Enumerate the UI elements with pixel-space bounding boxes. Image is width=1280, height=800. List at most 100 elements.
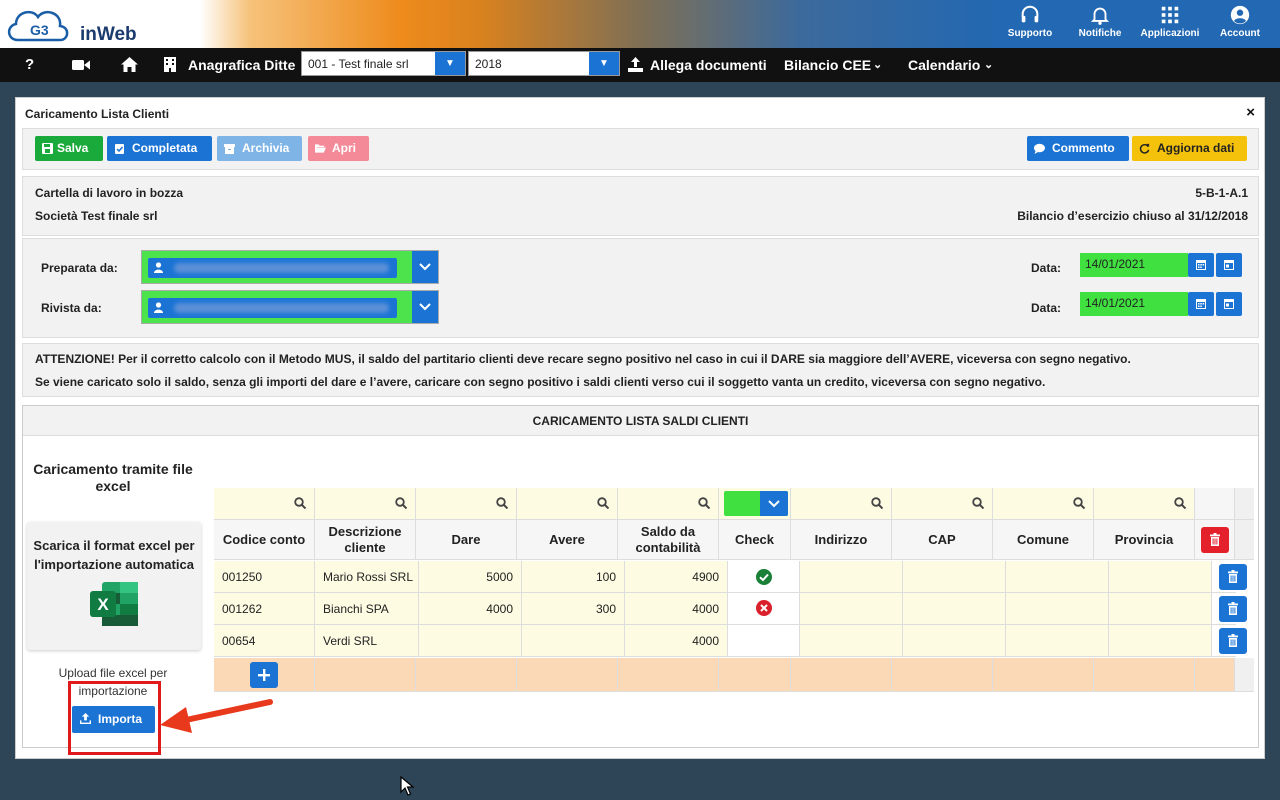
check-filter-dropdown[interactable] xyxy=(760,491,788,516)
rivista-dropdown[interactable] xyxy=(412,291,438,323)
cell-comune[interactable] xyxy=(1006,593,1109,625)
account-button[interactable]: Account xyxy=(1205,4,1275,39)
filter-avere[interactable] xyxy=(517,488,618,520)
cell-saldo[interactable]: 4000 xyxy=(625,625,728,657)
completata-button[interactable]: Completata xyxy=(107,136,212,161)
table-row[interactable]: 001262 Bianchi SPA 4000 300 4000 xyxy=(214,593,1236,625)
add-row-button[interactable] xyxy=(250,662,278,688)
cell-saldo[interactable]: 4900 xyxy=(625,561,728,593)
col-comune[interactable]: Comune xyxy=(993,520,1094,560)
calendar-button[interactable] xyxy=(1188,292,1214,316)
trash-icon xyxy=(1228,602,1238,615)
filter-cap[interactable] xyxy=(892,488,993,520)
save-button[interactable]: Salva xyxy=(35,136,103,161)
col-provincia[interactable]: Provincia xyxy=(1094,520,1195,560)
col-check[interactable]: Check xyxy=(719,520,791,560)
cell-saldo[interactable]: 4000 xyxy=(625,593,728,625)
preparata-select[interactable] xyxy=(141,250,439,284)
filter-check[interactable] xyxy=(719,488,791,520)
app-logo[interactable]: G3 inWeb xyxy=(4,2,144,46)
user-chip xyxy=(148,258,397,278)
cell-provincia[interactable] xyxy=(1109,561,1212,593)
svg-text:G3: G3 xyxy=(30,22,49,38)
rivista-select[interactable] xyxy=(141,290,439,324)
col-dare[interactable]: Dare xyxy=(416,520,517,560)
calendar-today-button[interactable] xyxy=(1216,253,1242,277)
cell-cap[interactable] xyxy=(903,561,1006,593)
col-codice[interactable]: Codice conto xyxy=(214,520,315,560)
chevron-down-icon[interactable]: ▼ xyxy=(589,52,619,75)
footer-cell xyxy=(416,658,517,692)
cell-codice[interactable]: 00654 xyxy=(214,625,315,657)
nav-calendario[interactable]: Calendario xyxy=(908,57,980,73)
action-toolbar: Salva Completata Archivia Apri Commento … xyxy=(22,128,1259,170)
cell-codice[interactable]: 001262 xyxy=(214,593,315,625)
filter-indirizzo[interactable] xyxy=(791,488,892,520)
delete-row-button[interactable] xyxy=(1219,564,1247,590)
cell-provincia[interactable] xyxy=(1109,593,1212,625)
table-row[interactable]: 001250 Mario Rossi SRL 5000 100 4900 xyxy=(214,561,1236,593)
close-icon[interactable]: × xyxy=(1246,104,1255,121)
table-row[interactable]: 00654 Verdi SRL 4000 xyxy=(214,625,1236,657)
notifications-button[interactable]: Notifiche xyxy=(1065,4,1135,39)
commento-button[interactable]: Commento xyxy=(1027,136,1129,161)
nav-anagrafica[interactable]: Anagrafica Ditte xyxy=(188,57,295,73)
filter-codice[interactable] xyxy=(214,488,315,520)
delete-row-button[interactable] xyxy=(1219,628,1247,654)
video-icon[interactable] xyxy=(72,59,90,71)
year-select[interactable]: 2018 ▼ xyxy=(468,51,620,76)
help-icon[interactable]: ? xyxy=(25,56,34,73)
filter-comune[interactable] xyxy=(993,488,1094,520)
chevron-down-icon[interactable]: ▼ xyxy=(435,52,465,75)
cell-codice[interactable]: 001250 xyxy=(214,561,315,593)
importa-button[interactable]: Importa xyxy=(72,706,155,733)
cell-avere[interactable]: 300 xyxy=(522,593,625,625)
col-saldo[interactable]: Saldo da contabilità xyxy=(618,520,719,560)
nav-bilancio-cee[interactable]: Bilancio CEE xyxy=(784,57,871,73)
nav-allega-documenti[interactable]: Allega documenti xyxy=(650,57,767,73)
apri-button[interactable]: Apri xyxy=(308,136,369,161)
cell-avere[interactable]: 100 xyxy=(522,561,625,593)
cell-dare[interactable] xyxy=(419,625,522,657)
support-button[interactable]: Supporto xyxy=(995,4,1065,39)
filter-saldo[interactable] xyxy=(618,488,719,520)
archivia-button[interactable]: Archivia xyxy=(217,136,302,161)
cell-indirizzo[interactable] xyxy=(800,593,903,625)
filter-provincia[interactable] xyxy=(1094,488,1195,520)
col-indirizzo[interactable]: Indirizzo xyxy=(791,520,892,560)
cell-descrizione[interactable]: Verdi SRL xyxy=(315,625,419,657)
cell-provincia[interactable] xyxy=(1109,625,1212,657)
check-filter-select[interactable] xyxy=(724,491,788,516)
delete-all-button[interactable] xyxy=(1201,527,1229,553)
section-title: CARICAMENTO LISTA SALDI CLIENTI xyxy=(23,406,1258,436)
cell-cap[interactable] xyxy=(903,625,1006,657)
home-icon[interactable] xyxy=(121,57,138,72)
cell-descrizione[interactable]: Bianchi SPA xyxy=(315,593,419,625)
preparata-dropdown[interactable] xyxy=(412,251,438,283)
preparata-date-input[interactable]: 14/01/2021 xyxy=(1080,253,1188,277)
aggiorna-dati-button[interactable]: Aggiorna dati xyxy=(1132,136,1247,161)
download-format-card[interactable]: Scarica il format excel per l'importazio… xyxy=(27,522,201,650)
col-descrizione[interactable]: Descrizione cliente xyxy=(315,520,416,560)
cell-cap[interactable] xyxy=(903,593,1006,625)
cell-dare[interactable]: 4000 xyxy=(419,593,522,625)
cell-dare[interactable]: 5000 xyxy=(419,561,522,593)
calendar-button[interactable] xyxy=(1188,253,1214,277)
cell-avere[interactable] xyxy=(522,625,625,657)
col-cap[interactable]: CAP xyxy=(892,520,993,560)
calendar-today-button[interactable] xyxy=(1216,292,1242,316)
apps-button[interactable]: Applicazioni xyxy=(1135,4,1205,39)
cell-comune[interactable] xyxy=(1006,625,1109,657)
col-avere[interactable]: Avere xyxy=(517,520,618,560)
cell-indirizzo[interactable] xyxy=(800,561,903,593)
delete-row-button[interactable] xyxy=(1219,596,1247,622)
rivista-date-input[interactable]: 14/01/2021 xyxy=(1080,292,1188,316)
cell-indirizzo[interactable] xyxy=(800,625,903,657)
calendar-day-icon xyxy=(1224,260,1234,270)
cell-descrizione[interactable]: Mario Rossi SRL xyxy=(315,561,419,593)
filter-dare[interactable] xyxy=(416,488,517,520)
filter-descrizione[interactable] xyxy=(315,488,416,520)
company-select[interactable]: 001 - Test finale srl ▼ xyxy=(301,51,466,76)
cell-comune[interactable] xyxy=(1006,561,1109,593)
review-box: Preparata da: Rivista da: Data: 14/01/20… xyxy=(22,238,1259,338)
